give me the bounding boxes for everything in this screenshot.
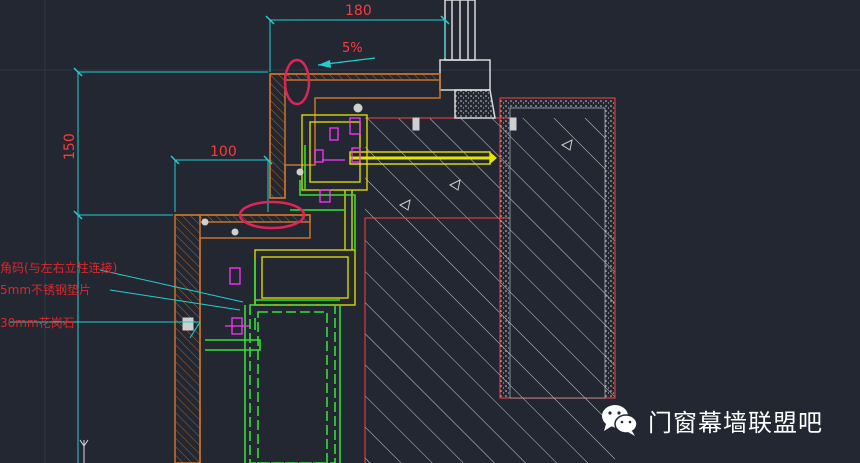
window-frame <box>439 0 496 119</box>
ucs-axis-icon <box>79 439 89 463</box>
cad-drawing: 180 5% 150 100 角码(与左右立柱连接) 5mm不锈钢垫片 30mm… <box>0 0 860 463</box>
dimension-slope: 5% <box>342 41 363 56</box>
cad-svg: 180 5% 150 100 角码(与左右立柱连接) 5mm不锈钢垫片 30mm… <box>0 0 860 463</box>
dimension-inner-width: 100 <box>210 144 237 160</box>
slope-arrow <box>317 57 376 68</box>
watermark-text: 门窗幕墙联盟吧 <box>648 408 823 437</box>
dimension-top-width: 180 <box>345 3 372 19</box>
dimension-height: 150 <box>62 133 78 160</box>
wechat-icon <box>602 405 638 436</box>
watermark: 门窗幕墙联盟吧 <box>600 400 823 440</box>
callout-granite: 30mm花岗石 <box>0 315 75 330</box>
callout-corner-bracket: 角码(与左右立柱连接) <box>0 260 117 275</box>
callout-steel-shim: 5mm不锈钢垫片 <box>0 282 91 297</box>
